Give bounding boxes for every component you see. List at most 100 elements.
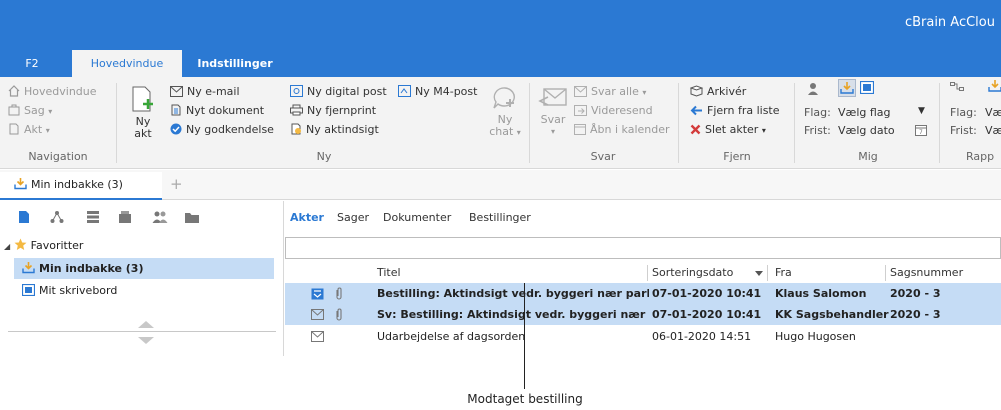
callout-line <box>524 283 525 389</box>
left-panel-toolbar <box>0 201 283 231</box>
mail-icon <box>311 331 324 342</box>
scroll-down-icon[interactable] <box>138 337 154 344</box>
tab-indstillinger[interactable]: Indstillinger <box>196 50 274 77</box>
ny-chat-label-2: chat <box>489 125 514 138</box>
rapp-flag-select[interactable]: Væ <box>985 106 1001 119</box>
mig-flag-select[interactable]: Vælg flag <box>838 106 891 119</box>
subtab-bestillinger[interactable]: Bestillinger <box>469 211 531 224</box>
tree-mit-skrivebord[interactable]: Mit skrivebord <box>14 281 117 301</box>
row-titel: Bestilling: Aktindsigt vedr. byggeri nær… <box>377 287 649 300</box>
arrow-left-icon <box>690 105 702 116</box>
subtab-akter[interactable]: Akter <box>290 211 324 224</box>
subtab-dokumenter[interactable]: Dokumenter <box>383 211 451 224</box>
ribbon-separator <box>529 83 530 163</box>
m4-post-icon <box>398 85 411 97</box>
mail-icon <box>311 309 324 320</box>
ny-email-button[interactable]: Ny e-mail <box>170 85 240 98</box>
app-title: cBrain AcClou <box>904 15 995 30</box>
slet-akter-button[interactable]: Slet akter ▾ <box>690 123 766 136</box>
videresend-button[interactable]: Videresend <box>574 104 653 117</box>
sag-dropdown[interactable]: Sag ▾ <box>8 104 52 117</box>
ribbon-separator <box>794 83 795 163</box>
document-icon <box>9 123 19 135</box>
list-icon[interactable] <box>86 210 100 224</box>
tab-f2[interactable]: F2 <box>0 50 64 77</box>
mail-icon <box>170 86 183 97</box>
inbox-icon[interactable] <box>988 79 1001 96</box>
sag-label: Sag <box>24 104 45 117</box>
document-icon <box>171 104 181 116</box>
new-document-icon <box>132 86 153 112</box>
aabn-i-kalender-button[interactable]: Åbn i kalender <box>574 123 670 136</box>
arkiver-button[interactable]: Arkivér <box>690 85 746 98</box>
ny-chat-button[interactable]: Ny chat ▾ <box>485 85 525 139</box>
ny-akt-label-2: akt <box>134 127 152 140</box>
column-header-titel[interactable]: Titel <box>377 263 401 283</box>
ny-fjernprint-button[interactable]: Ny fjernprint <box>290 104 376 117</box>
column-divider[interactable] <box>767 265 768 281</box>
title-bar: cBrain AcClou <box>0 0 1001 50</box>
svar-button[interactable]: Svar ▾ <box>536 85 570 138</box>
table-row[interactable]: Sv: Bestilling: Aktindsigt vedr. byggeri… <box>285 304 1001 325</box>
svar-alle-button[interactable]: Svar alle ▾ <box>574 85 646 98</box>
akt-dropdown[interactable]: Akt ▾ <box>8 123 50 136</box>
group-label-fjern: Fjern <box>723 150 751 163</box>
videresend-label: Videresend <box>591 104 653 117</box>
fjern-fra-liste-button[interactable]: Fjern fra liste <box>690 104 780 117</box>
expand-arrow-icon[interactable]: ◢ <box>4 242 10 251</box>
ny-digital-post-button[interactable]: Ny digital post <box>290 85 387 98</box>
users-icon[interactable] <box>152 210 168 224</box>
chat-icon <box>493 87 515 109</box>
svg-text:7: 7 <box>919 129 923 136</box>
aktindsigt-icon <box>291 123 301 135</box>
column-divider[interactable] <box>647 265 648 281</box>
inbox-icon <box>22 262 35 274</box>
scroll-up-icon[interactable] <box>138 321 154 328</box>
link-icon[interactable] <box>950 81 964 96</box>
ny-aktindsigt-button[interactable]: Ny aktindsigt <box>290 123 379 136</box>
row-fra: Hugo Hugosen <box>775 330 856 343</box>
inbox-toggle-button[interactable] <box>838 79 856 97</box>
chevron-down-icon[interactable]: ▼ <box>918 106 925 116</box>
arkiver-label: Arkivér <box>707 85 747 98</box>
ny-m4-post-button[interactable]: Ny M4-post <box>398 85 477 98</box>
table-row[interactable]: Udarbejdelse af dagsorden 06-01-2020 14:… <box>285 326 1001 347</box>
forward-icon <box>574 105 587 116</box>
tab-min-indbakke-label: Min indbakke (3) <box>31 178 123 191</box>
check-circle-icon <box>170 123 182 135</box>
rapp-frist-select[interactable]: Væ <box>985 124 1001 137</box>
panel-splitter[interactable] <box>8 331 276 332</box>
column-divider[interactable] <box>885 265 886 281</box>
calendar-icon[interactable]: 7 <box>915 124 927 139</box>
column-header-sorteringsdato[interactable]: Sorteringsdato <box>652 263 733 283</box>
ribbon-separator <box>678 83 679 163</box>
desk-icon[interactable] <box>859 80 875 97</box>
folder-stack-icon[interactable] <box>118 210 132 224</box>
folder-icon[interactable] <box>184 210 200 224</box>
search-input[interactable] <box>285 237 1001 259</box>
nyt-dokument-button[interactable]: Nyt dokument <box>170 104 264 117</box>
table-row[interactable]: Bestilling: Aktindsigt vedr. byggeri nær… <box>285 283 1001 304</box>
network-icon[interactable] <box>50 210 64 224</box>
ny-akt-button[interactable]: Ny akt <box>128 85 158 140</box>
fjern-fra-liste-label: Fjern fra liste <box>707 104 780 117</box>
column-header-fra[interactable]: Fra <box>775 263 792 283</box>
row-titel: Udarbejdelse af dagsorden <box>377 330 526 343</box>
row-titel: Sv: Bestilling: Aktindsigt vedr. byggeri… <box>377 308 649 321</box>
tree-min-indbakke[interactable]: Min indbakke (3) <box>14 258 274 279</box>
digital-post-icon <box>290 85 303 97</box>
tree-favoritter[interactable]: ◢ Favoritter <box>4 237 83 255</box>
hovedvindue-button[interactable]: Hovedvindue <box>8 85 97 98</box>
column-header-sagsnummer[interactable]: Sagsnummer <box>890 263 963 283</box>
ny-aktindsigt-label: Ny aktindsigt <box>306 123 379 136</box>
add-tab-button[interactable]: + <box>170 175 183 193</box>
ny-godkendelse-button[interactable]: Ny godkendelse <box>170 123 274 136</box>
ny-godkendelse-label: Ny godkendelse <box>186 123 274 136</box>
tab-min-indbakke[interactable]: Min indbakke (3) <box>0 172 162 200</box>
subtab-sager[interactable]: Sager <box>337 211 369 224</box>
tab-hovedvindue[interactable]: Hovedvindue <box>72 50 182 77</box>
mig-frist-select[interactable]: Vælg dato <box>838 124 895 137</box>
callout-label: Modtaget bestilling <box>467 392 583 406</box>
mig-frist-label: Frist: <box>804 124 831 137</box>
document-filter-icon[interactable] <box>18 210 30 224</box>
